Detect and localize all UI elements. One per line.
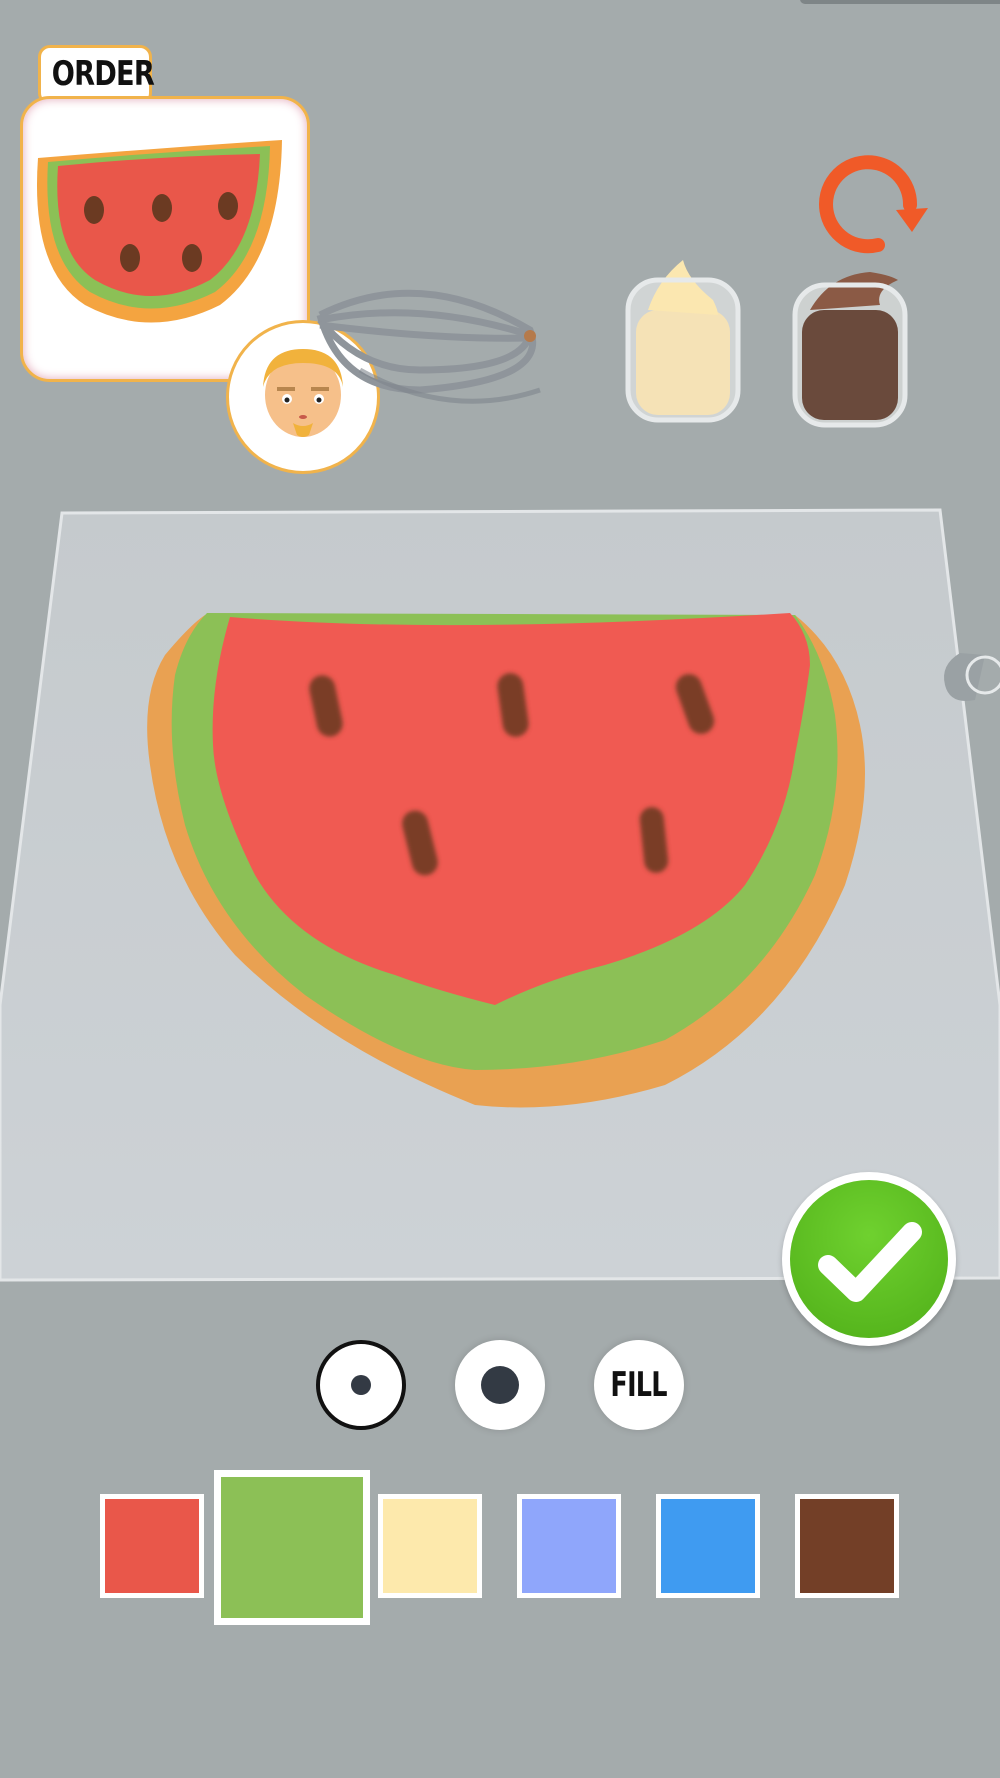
whisk-icon (316, 289, 541, 404)
fill-label: FILL (610, 1365, 668, 1405)
swatch-lavender[interactable] (517, 1494, 621, 1598)
small-dot-icon (351, 1375, 371, 1395)
reset-icon[interactable] (808, 150, 933, 265)
brush-small-button[interactable] (316, 1340, 406, 1430)
order-watermelon-image (36, 140, 282, 323)
cream-jar-icon[interactable] (618, 250, 748, 430)
brush-large-button[interactable] (455, 1340, 545, 1430)
swatch-green[interactable] (214, 1470, 370, 1625)
top-shadow-bar (800, 0, 1000, 4)
swatch-red[interactable] (100, 1494, 204, 1598)
chocolate-jar-icon[interactable] (780, 250, 920, 435)
checkmark-icon (818, 1222, 922, 1302)
swatch-brown[interactable] (795, 1494, 899, 1598)
confirm-button[interactable] (782, 1172, 956, 1346)
swatch-cream[interactable] (378, 1494, 482, 1598)
large-dot-icon (481, 1366, 519, 1404)
watermelon-cookie[interactable] (145, 595, 875, 1115)
order-label: ORDER (51, 54, 155, 94)
swatch-blue[interactable] (656, 1494, 760, 1598)
fill-button[interactable]: FILL (594, 1340, 684, 1430)
